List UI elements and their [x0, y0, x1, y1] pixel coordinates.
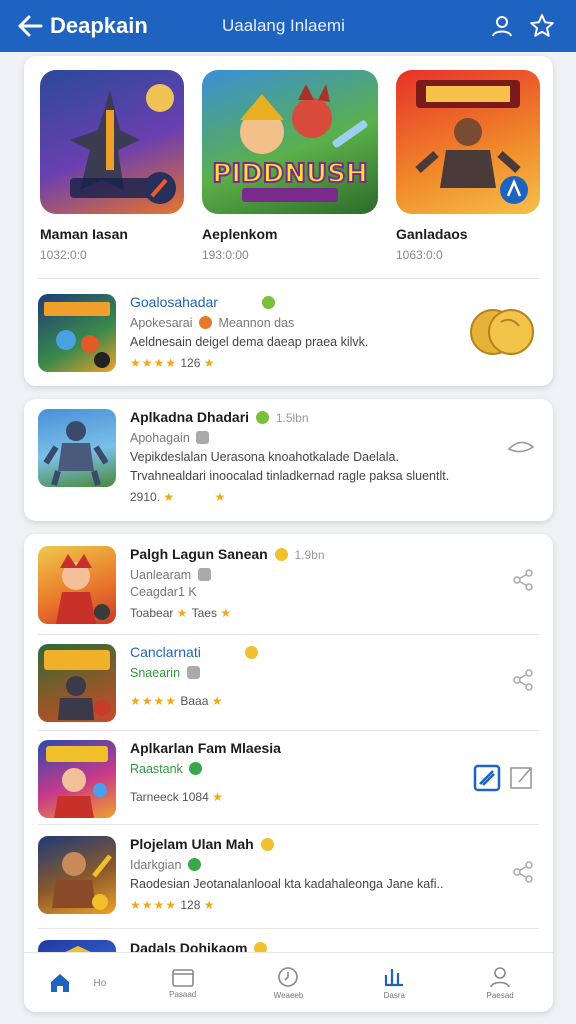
featured-game-name: Maman Iasan: [40, 226, 128, 242]
game-thumbnail: [38, 409, 116, 487]
featured-game-3[interactable]: Ganladaos 1063:0:0: [396, 70, 546, 262]
verified-icon: [187, 858, 201, 871]
nav-stats[interactable]: Dasra: [341, 953, 447, 1012]
top-app-bar: Deapkain Uaalang Inlaemi: [0, 0, 576, 52]
verified-icon: [255, 411, 269, 424]
featured-game-name: Ganladaos: [396, 226, 468, 242]
item-rating: ★★★★ 128 ★: [130, 898, 216, 912]
item-rating: ★★★★ Baaa ★: [130, 694, 224, 708]
user-icon[interactable]: [482, 6, 522, 46]
game-thumbnail: [38, 836, 116, 914]
list-item-info: Canclarnati Snaearin ★★★★ Baaa ★: [130, 644, 539, 708]
game-thumbnail: [40, 70, 184, 214]
item-subtitle: Apohagain: [130, 431, 539, 445]
app-card: Aplkadna Dhadari 1.5lbn Apohagain Vepikd…: [24, 399, 553, 521]
info-icon: [186, 666, 200, 679]
app-list-card: Palgh Lagun Sanean 1.9bn Uanlearam Ceagd…: [24, 534, 553, 1012]
back-arrow-icon[interactable]: [14, 10, 46, 42]
verified-icon: [189, 762, 203, 775]
share-icon[interactable]: [507, 435, 535, 464]
list-item[interactable]: Palgh Lagun Sanean 1.9bn Uanlearam Ceagd…: [38, 546, 539, 624]
nav-profile[interactable]: Paesad: [447, 953, 553, 1012]
nav-recent[interactable]: Weaeeb: [236, 953, 342, 1012]
profile-icon: [490, 967, 510, 988]
nav-label: Weaeeb: [273, 991, 304, 1000]
divider: [38, 928, 539, 929]
crown-icon: [244, 646, 258, 659]
featured-game-name: Aeplenkom: [202, 226, 278, 242]
share-icon[interactable]: [511, 568, 535, 597]
header-subtitle: Uaalang Inlaemi: [222, 16, 345, 35]
list-item[interactable]: Aplkarlan Fam Mlaesia Raastank Tarneeck …: [38, 740, 539, 818]
featured-game-1[interactable]: Maman Iasan 1032:0:0: [40, 70, 190, 262]
list-item-info: Plojelam Ulan Mah Idarkgian Raodesian Je…: [130, 836, 539, 912]
featured-game-count: 1032:0:0: [40, 248, 87, 262]
item-title: Plojelam Ulan Mah: [130, 836, 539, 852]
item-title: Palgh Lagun Sanean 1.9bn: [130, 546, 325, 562]
divider: [38, 634, 539, 635]
clock-icon: [278, 967, 299, 987]
game-thumbnail: [38, 294, 116, 372]
item-title: Aplkarlan Fam Mlaesia: [130, 740, 281, 756]
featured-card: Maman Iasan 1032:0:0 PIDDNUSH Aeplenkom …: [24, 56, 553, 386]
nav-label: Ho: [93, 978, 107, 989]
compose-icon[interactable]: [509, 764, 535, 797]
nav-folder[interactable]: Pasaad: [130, 953, 236, 1012]
nav-label: Dasra: [383, 991, 405, 1000]
chart-icon: [385, 969, 404, 987]
divider: [38, 824, 539, 825]
nav-label: Pasaad: [169, 990, 197, 999]
divider: [38, 730, 539, 731]
home-icon: [50, 973, 69, 992]
featured-games: Maman Iasan 1032:0:0 PIDDNUSH Aeplenkom …: [38, 70, 553, 262]
item-title: Aplkadna Dhadari 1.5lbn: [130, 409, 309, 425]
divider: [38, 278, 539, 279]
game-thumbnail: [38, 740, 116, 818]
list-item[interactable]: Plojelam Ulan Mah Idarkgian Raodesian Je…: [38, 836, 539, 914]
item-description: Raodesian Jeotanalanlooal kta kadahaleon…: [130, 877, 444, 891]
nav-label: Paesad: [486, 991, 514, 1000]
item-subtitle: Idarkgian: [130, 858, 539, 872]
app-title: Deapkain: [50, 13, 148, 38]
item-subtitle: Snaearin: [130, 666, 539, 680]
game-thumbnail: [38, 644, 116, 722]
info-icon: [197, 568, 211, 581]
item-description: Trvahnealdari inoocalad tinladkernad rag…: [130, 469, 450, 483]
verified-icon: [261, 296, 275, 309]
game-thumbnail: PIDDNUSH: [202, 70, 378, 214]
info-icon: [196, 431, 210, 444]
flame-icon: [199, 316, 213, 329]
crown-icon: [274, 548, 288, 561]
list-item[interactable]: Goalosahadar Apokesarai Meannon das Aeld…: [38, 294, 539, 372]
featured-game-count: 193:0:00: [202, 248, 249, 262]
item-subtitle-2: Ceagdar1 K: [130, 585, 197, 599]
list-item[interactable]: Canclarnati Snaearin ★★★★ Baaa ★: [38, 644, 539, 722]
crown-icon: [260, 838, 274, 851]
item-subtitle: Uanlearam: [130, 568, 539, 582]
list-item-info: Palgh Lagun Sanean 1.9bn Uanlearam Ceagd…: [130, 546, 539, 620]
item-rating: 2910. ★ ★: [130, 490, 227, 504]
list-item-info: Aplkadna Dhadari 1.5lbn Apohagain Vepikd…: [130, 409, 539, 504]
share-icon[interactable]: [511, 860, 535, 889]
item-rating: Toabear ★ Taes ★: [130, 606, 233, 620]
featured-art-text: PIDDNUSH: [212, 159, 367, 189]
edit-icon[interactable]: [473, 764, 501, 797]
game-thumbnail: [38, 546, 116, 624]
featured-game-count: 1063:0:0: [396, 248, 443, 262]
featured-game-2[interactable]: PIDDNUSH Aeplenkom 193:0:00: [202, 70, 378, 262]
bottom-navigation: Ho Pasaad Weaeeb Dasra Paesad: [24, 952, 553, 1012]
gold-coin-icon[interactable]: [469, 306, 535, 363]
game-thumbnail: [396, 70, 540, 214]
star-icon[interactable]: [522, 6, 562, 46]
folder-icon: [171, 969, 194, 987]
item-title: Canclarnati: [130, 644, 539, 660]
item-actions: [473, 764, 535, 797]
list-item[interactable]: Aplkadna Dhadari 1.5lbn Apohagain Vepikd…: [38, 409, 539, 504]
item-description: Vepikdeslalan Uerasona knoahotkalade Dae…: [130, 450, 399, 464]
share-icon[interactable]: [511, 668, 535, 697]
nav-home[interactable]: Ho: [24, 953, 130, 1012]
